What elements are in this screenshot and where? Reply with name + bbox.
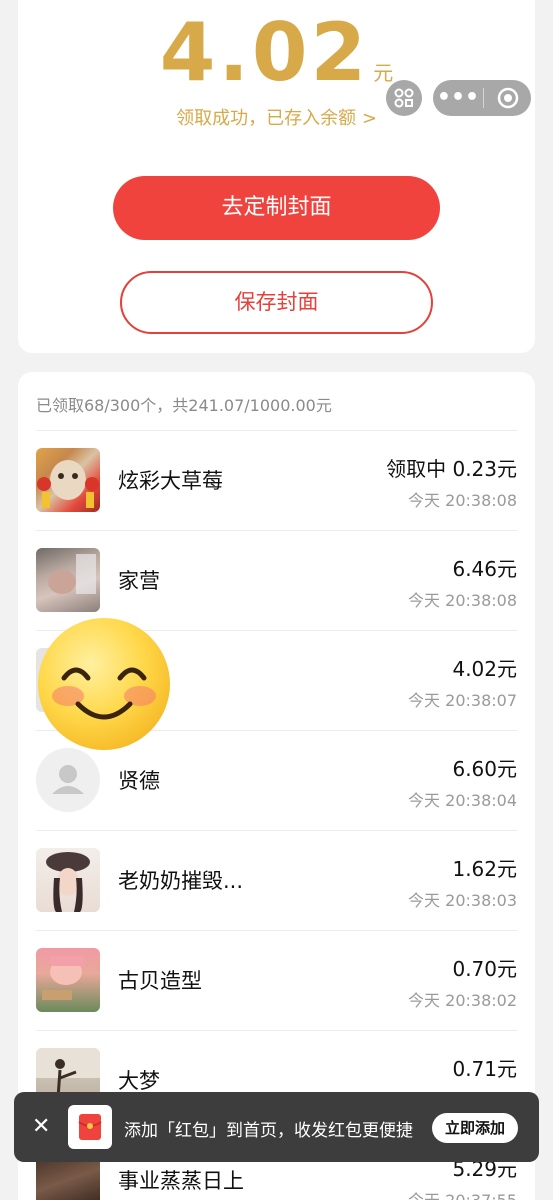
girl-photo-icon [42, 956, 84, 1000]
sender-name: 家营 [118, 569, 160, 593]
claim-time: 今天 20:38:02 [408, 991, 517, 1010]
qr-scan-button[interactable] [386, 80, 422, 116]
claim-time: 今天 20:38:08 [408, 491, 517, 510]
close-icon[interactable]: ✕ [32, 1114, 50, 1140]
red-packet-app-icon [68, 1105, 112, 1149]
list-item[interactable]: 家营 6.46元 今天 20:38:08 [36, 531, 517, 631]
toast-message: 添加「红包」到首页，收发红包更便捷 [124, 1121, 413, 1141]
list-item[interactable]: 炫彩大草莓 领取中 0.23元 今天 20:38:08 [36, 431, 517, 531]
claim-time: 今天 20:37:55 [408, 1187, 517, 1200]
sender-name: 古贝造型 [118, 969, 202, 993]
claim-time: 今天 20:38:07 [408, 691, 517, 710]
woman-photo-icon [46, 852, 90, 912]
target-icon [497, 87, 518, 109]
close-miniprogram-button[interactable] [484, 86, 531, 110]
claim-summary: 已领取68/300个，共241.07/1000.00元 [36, 396, 332, 415]
scan-icon [394, 88, 414, 108]
more-options-button[interactable]: ••• [433, 80, 483, 116]
add-now-button[interactable]: 立即添加 [432, 1113, 518, 1143]
list-item[interactable]: 古贝造型 0.70元 今天 20:38:02 [36, 931, 517, 1031]
save-cover-button[interactable]: 保存封面 [120, 271, 433, 334]
photo-icon [48, 554, 96, 594]
list-item[interactable]: 老奶奶摧毁... 1.62元 今天 20:38:03 [36, 831, 517, 931]
claim-amount: 6.46元 [452, 557, 517, 581]
claim-amount: 0.70元 [452, 957, 517, 981]
claim-amount: 领取中 0.23元 [386, 457, 517, 481]
avatar [36, 448, 100, 512]
claim-amount: 4.02元 [452, 657, 517, 681]
avatar [36, 548, 100, 612]
claim-amount: 1.62元 [452, 857, 517, 881]
avatar [36, 948, 100, 1012]
sender-name: 老奶奶摧毁... [118, 869, 244, 893]
miniprogram-capsule: ••• [433, 80, 531, 116]
smile-face-icon [52, 667, 156, 720]
customize-cover-button[interactable]: 去定制封面 [113, 176, 440, 240]
avatar [36, 848, 100, 912]
cat-photo-icon [37, 460, 99, 508]
claim-time: 今天 20:38:08 [408, 591, 517, 610]
default-user-icon [52, 765, 84, 794]
sender-name: 事业蒸蒸日上 [118, 1169, 244, 1193]
sender-name: 大梦 [118, 1069, 160, 1093]
amount-value: 4.02 [159, 6, 370, 99]
claim-amount: 0.71元 [452, 1057, 517, 1081]
claim-time: 今天 20:38:04 [408, 791, 517, 810]
claim-time: 今天 20:38:03 [408, 891, 517, 910]
add-to-home-toast: ✕ 添加「红包」到首页，收发红包更便捷 立即添加 [14, 1092, 539, 1162]
avatar [36, 748, 100, 812]
sender-name: 贤德 [118, 769, 160, 793]
red-packet-icon [78, 1114, 102, 1140]
amount-unit: 元 [373, 61, 394, 85]
sender-name: 炫彩大草莓 [118, 469, 223, 493]
claim-list-card: 已领取68/300个，共241.07/1000.00元 炫彩大草莓 领取中 0.… [18, 372, 535, 1200]
claim-amount: 6.60元 [452, 757, 517, 781]
smiling-face-emoji-icon [38, 618, 170, 750]
